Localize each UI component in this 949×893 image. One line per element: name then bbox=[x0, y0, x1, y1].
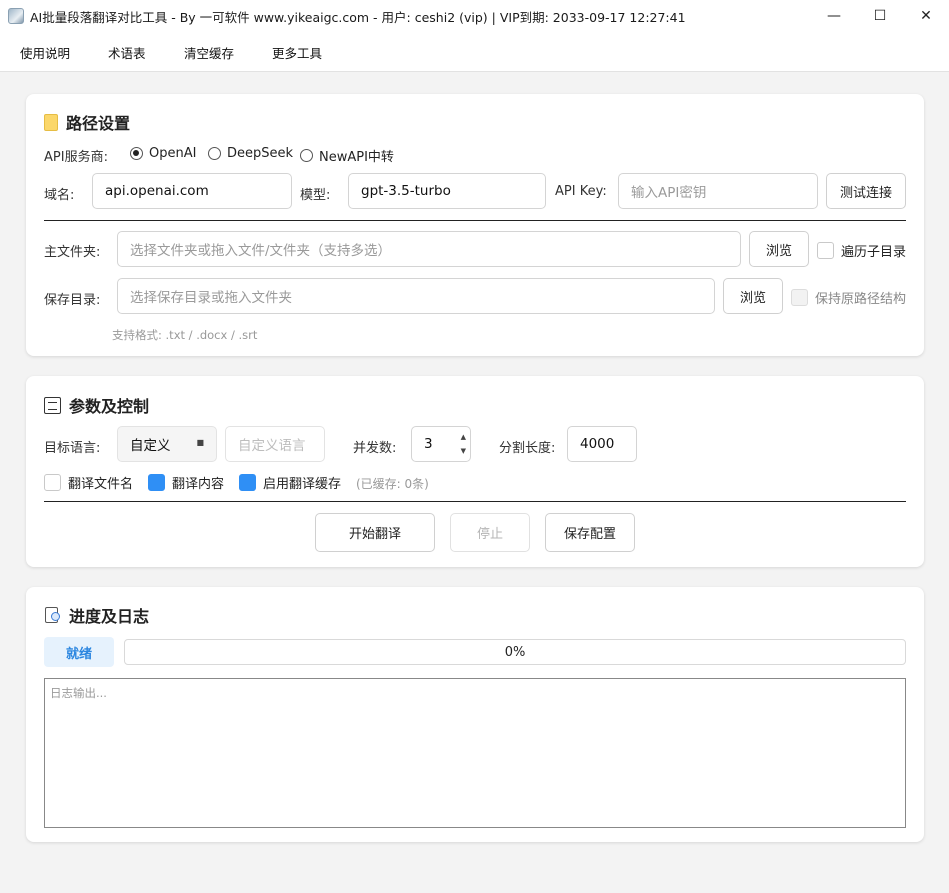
concurrency-value: 3 bbox=[424, 436, 433, 452]
translate-content-checkbox[interactable]: 翻译内容 bbox=[148, 473, 224, 492]
folder-icon bbox=[44, 113, 58, 131]
translate-filename-checkbox-box[interactable] bbox=[44, 474, 61, 491]
params-card: 参数及控制 目标语言: 自定义 ■ 自定义语言 并发数: 3 ▲ ▼ 分割长度: … bbox=[26, 376, 924, 567]
translate-filename-label: 翻译文件名 bbox=[68, 477, 134, 492]
apikey-label: API Key: bbox=[555, 184, 607, 199]
domain-label: 域名: bbox=[44, 188, 75, 203]
menu-glossary[interactable]: 术语表 bbox=[108, 43, 146, 62]
keep-structure-checkbox[interactable]: 保持原路径结构 bbox=[791, 288, 906, 307]
target-lang-value: 自定义 bbox=[130, 438, 171, 454]
window-controls: — ☐ ✕ bbox=[811, 0, 949, 32]
stop-button[interactable]: 停止 bbox=[450, 513, 530, 552]
app-icon bbox=[8, 8, 24, 24]
close-button[interactable]: ✕ bbox=[903, 0, 949, 32]
radio-newapi-label: NewAPI中转 bbox=[319, 150, 394, 165]
enable-cache-checkbox-box[interactable] bbox=[239, 474, 256, 491]
log-search-icon bbox=[44, 606, 61, 624]
start-translate-button[interactable]: 开始翻译 bbox=[315, 513, 435, 552]
list-icon bbox=[44, 396, 61, 414]
translate-content-checkbox-box[interactable] bbox=[148, 474, 165, 491]
progress-title: 进度及日志 bbox=[44, 603, 149, 627]
main-folder-input[interactable]: 选择文件夹或拖入文件/文件夹（支持多选） bbox=[117, 231, 741, 267]
enable-cache-label: 启用翻译缓存 bbox=[263, 477, 342, 492]
divider bbox=[44, 220, 906, 221]
browse-main-folder-button[interactable]: 浏览 bbox=[749, 231, 809, 267]
split-length-input[interactable]: 4000 bbox=[567, 426, 637, 462]
split-length-label: 分割长度: bbox=[499, 441, 556, 456]
translate-content-label: 翻译内容 bbox=[172, 477, 225, 492]
path-settings-card: 路径设置 API服务商: OpenAI DeepSeek NewAPI中转 域名… bbox=[26, 94, 924, 356]
concurrency-spinbox[interactable]: 3 ▲ ▼ bbox=[411, 426, 471, 462]
title-bar: AI批量段落翻译对比工具 - By 一可软件 www.yikeaigc.com … bbox=[0, 0, 949, 32]
test-connection-button[interactable]: 测试连接 bbox=[826, 173, 906, 209]
target-lang-label: 目标语言: bbox=[44, 441, 101, 456]
progress-percent: 0% bbox=[504, 644, 526, 660]
log-placeholder: 日志输出... bbox=[50, 686, 107, 700]
radio-openai[interactable]: OpenAI bbox=[130, 146, 196, 161]
progress-title-text: 进度及日志 bbox=[69, 607, 150, 626]
divider bbox=[44, 501, 906, 502]
menu-help[interactable]: 使用说明 bbox=[20, 43, 70, 62]
domain-input[interactable]: api.openai.com bbox=[92, 173, 292, 209]
recursive-checkbox-box[interactable] bbox=[817, 242, 834, 259]
custom-lang-input[interactable]: 自定义语言 bbox=[225, 426, 325, 462]
apikey-input[interactable]: 输入API密钥 bbox=[618, 173, 818, 209]
save-config-button[interactable]: 保存配置 bbox=[545, 513, 635, 552]
progress-card: 进度及日志 就绪 0% 日志输出... bbox=[26, 587, 924, 842]
model-input[interactable]: gpt-3.5-turbo bbox=[348, 173, 546, 209]
target-lang-select[interactable]: 自定义 ■ bbox=[117, 426, 217, 462]
progress-bar: 0% bbox=[124, 639, 906, 665]
main-folder-label: 主文件夹: bbox=[44, 245, 101, 260]
radio-newapi[interactable]: NewAPI中转 bbox=[300, 146, 394, 165]
formats-hint: 支持格式: .txt / .docx / .srt bbox=[112, 328, 258, 342]
radio-deepseek-label: DeepSeek bbox=[227, 146, 294, 161]
path-settings-title-text: 路径设置 bbox=[66, 114, 131, 133]
cache-count: (已缓存: 0条) bbox=[356, 477, 429, 491]
menu-clear-cache[interactable]: 清空缓存 bbox=[184, 43, 234, 62]
menu-bar: 使用说明 术语表 清空缓存 更多工具 bbox=[0, 32, 949, 72]
path-settings-title: 路径设置 bbox=[44, 110, 130, 134]
keep-structure-checkbox-label: 保持原路径结构 bbox=[815, 292, 907, 307]
recursive-checkbox-label: 遍历子目录 bbox=[841, 245, 907, 260]
maximize-button[interactable]: ☐ bbox=[857, 0, 903, 32]
status-badge: 就绪 bbox=[44, 637, 114, 667]
save-dir-label: 保存目录: bbox=[44, 293, 101, 308]
radio-openai-indicator[interactable] bbox=[130, 147, 143, 160]
model-label: 模型: bbox=[300, 188, 331, 203]
radio-deepseek-indicator[interactable] bbox=[208, 147, 221, 160]
save-dir-input[interactable]: 选择保存目录或拖入文件夹 bbox=[117, 278, 715, 314]
api-provider-label: API服务商: bbox=[44, 150, 108, 165]
window-title: AI批量段落翻译对比工具 - By 一可软件 www.yikeaigc.com … bbox=[30, 9, 686, 25]
radio-deepseek[interactable]: DeepSeek bbox=[208, 146, 293, 161]
keep-structure-checkbox-box[interactable] bbox=[791, 289, 808, 306]
menu-more-tools[interactable]: 更多工具 bbox=[272, 43, 322, 62]
recursive-checkbox[interactable]: 遍历子目录 bbox=[817, 241, 906, 260]
spin-arrows-icon[interactable]: ▲ ▼ bbox=[461, 430, 466, 458]
enable-cache-checkbox[interactable]: 启用翻译缓存 bbox=[239, 473, 341, 492]
browse-save-dir-button[interactable]: 浏览 bbox=[723, 278, 783, 314]
log-output[interactable]: 日志输出... bbox=[44, 678, 906, 828]
radio-openai-label: OpenAI bbox=[149, 146, 197, 161]
concurrency-label: 并发数: bbox=[353, 441, 397, 456]
dropdown-icon: ■ bbox=[196, 438, 204, 447]
params-title-text: 参数及控制 bbox=[69, 397, 150, 416]
translate-filename-checkbox[interactable]: 翻译文件名 bbox=[44, 473, 133, 492]
radio-newapi-indicator[interactable] bbox=[300, 149, 313, 162]
params-title: 参数及控制 bbox=[44, 393, 149, 417]
minimize-button[interactable]: — bbox=[811, 0, 857, 32]
